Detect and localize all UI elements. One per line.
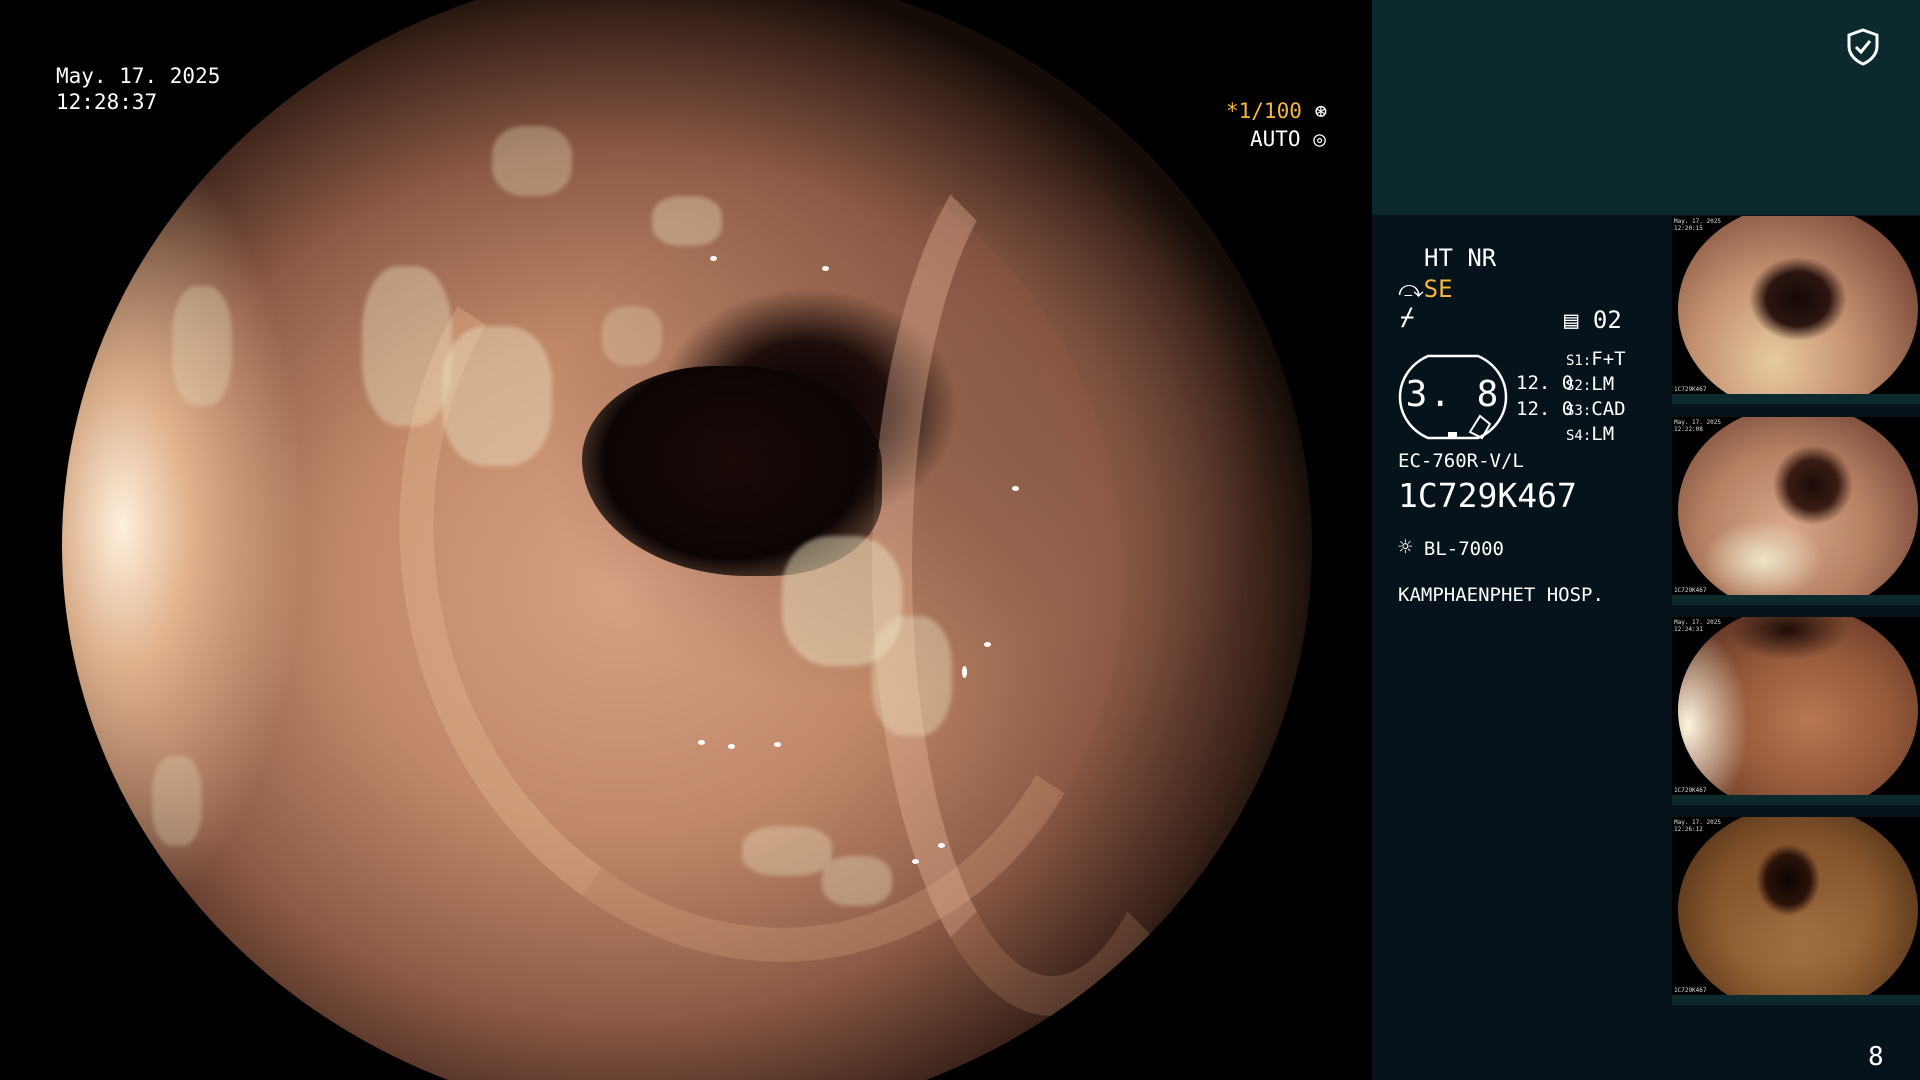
value-b: 12. 0 (1516, 398, 1574, 420)
gauge-value: 3. 8 (1405, 374, 1501, 415)
enhance-mode: SE (1423, 275, 1453, 303)
thumbnail-2[interactable]: May. 17. 2025 12:22:08 1C729K467 (1672, 417, 1920, 605)
setting-s4: S4:LM (1566, 423, 1615, 445)
shutter-readout: *1/100 ⊛ (1226, 98, 1327, 124)
setting-s2: S2:LM (1566, 373, 1615, 395)
sun-icon: ☼ (1398, 533, 1413, 561)
shutter-speed: *1/100 (1226, 99, 1302, 123)
value-a: 12. 0 (1516, 372, 1574, 394)
exposure-readout: AUTO ◎ (1250, 126, 1326, 152)
channel-value: 02 (1592, 306, 1622, 334)
enhance-row: ⤼SE (1398, 275, 1453, 303)
scope-model: EC-760R-V/L (1398, 450, 1524, 472)
endoscope-view: May. 17. 2025 12:28:37 *1/100 ⊛ AUTO ◎ (0, 0, 1372, 1080)
channel-row: ▤ 02 (1564, 306, 1622, 334)
exam-time: 12:28:37 (56, 90, 158, 114)
exam-date: May. 17. 2025 (56, 64, 221, 88)
light-source-row: ☼ BL-7000 (1398, 533, 1504, 561)
image-count: 8 (1868, 1042, 1884, 1072)
panel-header (1372, 0, 1920, 215)
mucosal-fold (872, 116, 1232, 1016)
thumbnail-3[interactable]: May. 17. 2025 12:24:31 1C729K467 (1672, 617, 1920, 805)
shutter-icon: ⊛ (1301, 99, 1328, 123)
shield-check-icon (1846, 28, 1880, 66)
thumbnail-1[interactable]: May. 17. 2025 12:20:15 1C729K467 (1672, 216, 1920, 404)
endoscope-image (62, 0, 1312, 1080)
hospital-name: KAMPHAENPHET HOSP. (1398, 584, 1604, 606)
structure-icon: ⌿ (1400, 303, 1415, 331)
enhance-icon: ⤼ (1398, 275, 1424, 303)
mode-line: HT NR (1424, 244, 1497, 272)
light-source: BL-7000 (1423, 538, 1504, 560)
exposure-icon: ◎ (1300, 127, 1326, 151)
thumbnail-4[interactable]: May. 17. 2025 12:26:12 1C729K467 (1672, 817, 1920, 1005)
setting-s1: S1:F+T (1566, 348, 1626, 370)
scope-serial: 1C729K467 (1398, 476, 1577, 515)
exposure-mode: AUTO (1250, 127, 1301, 151)
setting-s3: S3:CAD (1566, 398, 1626, 420)
memory-card-icon: ▤ (1564, 306, 1579, 334)
